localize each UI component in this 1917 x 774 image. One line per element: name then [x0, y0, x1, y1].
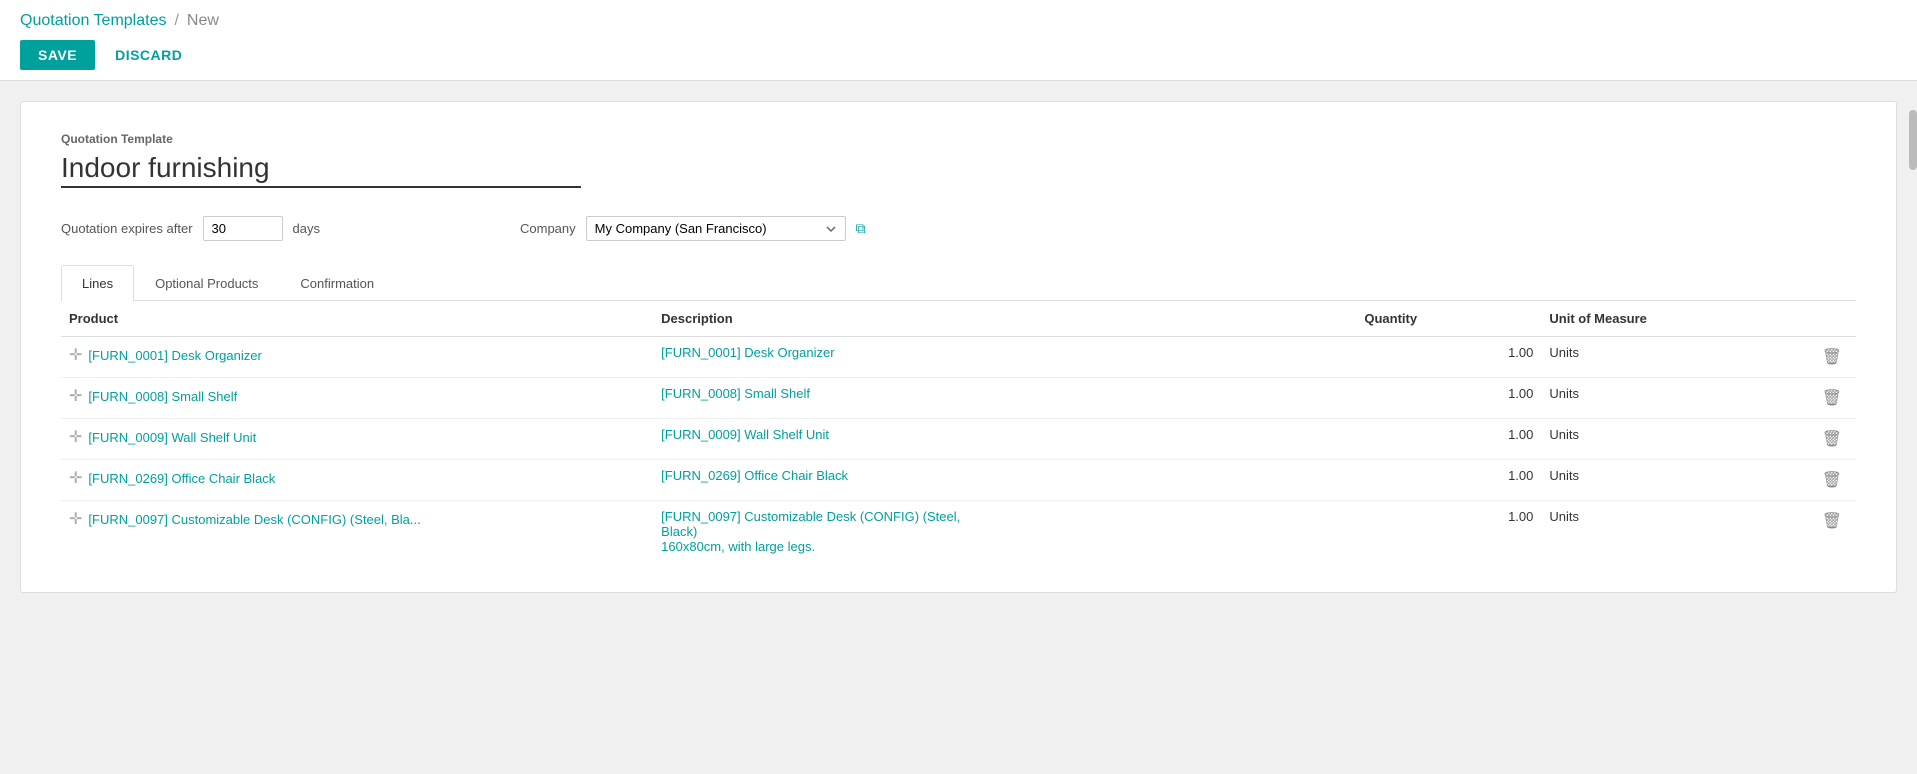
breadcrumb-current: New	[187, 12, 219, 30]
quantity-cell: 1.00	[1356, 460, 1541, 501]
scrollbar-track[interactable]	[1909, 110, 1917, 774]
description-cell: [FURN_0001] Desk Organizer	[653, 337, 1356, 378]
action-cell: 🗑	[1763, 337, 1856, 378]
delete-button[interactable]: 🗑	[1816, 345, 1848, 369]
company-select[interactable]: My Company (San Francisco)	[586, 216, 846, 241]
template-name-input[interactable]	[61, 150, 581, 188]
delete-button[interactable]: 🗑	[1816, 468, 1848, 492]
drag-handle[interactable]: ✛	[69, 429, 82, 446]
expires-group: Quotation expires after days	[61, 216, 320, 241]
product-link[interactable]: [FURN_0009] Wall Shelf Unit	[88, 430, 256, 445]
uom-cell: Units	[1541, 460, 1763, 501]
action-cell: 🗑	[1763, 378, 1856, 419]
drag-handle[interactable]: ✛	[69, 511, 82, 528]
expires-unit: days	[293, 221, 320, 236]
quantity-cell: 1.00	[1356, 378, 1541, 419]
col-action	[1763, 301, 1856, 337]
description-text: [FURN_0269] Office Chair Black	[661, 468, 848, 483]
description-cell: [FURN_0008] Small Shelf	[653, 378, 1356, 419]
quantity-cell: 1.00	[1356, 419, 1541, 460]
delete-button[interactable]: 🗑	[1816, 386, 1848, 410]
product-link[interactable]: [FURN_0269] Office Chair Black	[88, 471, 275, 486]
uom-cell: Units	[1541, 419, 1763, 460]
breadcrumb-link[interactable]: Quotation Templates	[20, 12, 166, 30]
product-link[interactable]: [FURN_0008] Small Shelf	[88, 389, 237, 404]
drag-handle[interactable]: ✛	[69, 347, 82, 364]
breadcrumb-separator: /	[174, 12, 178, 30]
col-description: Description	[653, 301, 1356, 337]
col-uom: Unit of Measure	[1541, 301, 1763, 337]
product-cell: ✛ [FURN_0269] Office Chair Black	[61, 460, 653, 501]
uom-cell: Units	[1541, 378, 1763, 419]
table-row: ✛ [FURN_0008] Small Shelf [FURN_0008] Smal…	[61, 378, 1856, 419]
drag-handle[interactable]: ✛	[69, 470, 82, 487]
quantity-cell: 1.00	[1356, 337, 1541, 378]
product-cell: ✛ [FURN_0001] Desk Organizer	[61, 337, 653, 378]
delete-button[interactable]: 🗑	[1816, 427, 1848, 451]
description-text: [FURN_0008] Small Shelf	[661, 386, 810, 401]
description-text: [FURN_0009] Wall Shelf Unit	[661, 427, 829, 442]
description-cell: [FURN_0009] Wall Shelf Unit	[653, 419, 1356, 460]
action-cell: 🗑	[1763, 419, 1856, 460]
product-link[interactable]: [FURN_0097] Customizable Desk (CONFIG) (…	[88, 512, 420, 527]
breadcrumb: Quotation Templates / New	[20, 12, 1897, 30]
expires-input[interactable]	[203, 216, 283, 241]
description-text: [FURN_0001] Desk Organizer	[661, 345, 834, 360]
action-cell: 🗑	[1763, 501, 1856, 563]
delete-button[interactable]: 🗑	[1816, 509, 1848, 533]
description-cell: [FURN_0097] Customizable Desk (CONFIG) (…	[653, 501, 1356, 563]
table-row: ✛ [FURN_0009] Wall Shelf Unit [FURN_0009] …	[61, 419, 1856, 460]
tabs: Lines Optional Products Confirmation	[61, 265, 1856, 301]
description-text: [FURN_0097] Customizable Desk (CONFIG) (…	[661, 509, 960, 554]
table-row: ✛ [FURN_0001] Desk Organizer [FURN_0001] D…	[61, 337, 1856, 378]
quantity-cell: 1.00	[1356, 501, 1541, 563]
product-cell: ✛ [FURN_0009] Wall Shelf Unit	[61, 419, 653, 460]
tab-lines[interactable]: Lines	[61, 265, 134, 301]
col-product: Product	[61, 301, 653, 337]
save-button[interactable]: SAVE	[20, 40, 95, 70]
product-table: Product Description Quantity Unit of Mea…	[61, 301, 1856, 562]
section-label: Quotation Template	[61, 132, 1856, 146]
discard-button[interactable]: DISCARD	[105, 40, 192, 70]
form-card: Quotation Template Quotation expires aft…	[20, 101, 1897, 593]
description-cell: [FURN_0269] Office Chair Black	[653, 460, 1356, 501]
uom-cell: Units	[1541, 501, 1763, 563]
table-row: ✛ [FURN_0269] Office Chair Black [FURN_026…	[61, 460, 1856, 501]
scrollbar-thumb[interactable]	[1909, 110, 1917, 170]
expires-label: Quotation expires after	[61, 221, 193, 236]
company-group: Company My Company (San Francisco) ⧉	[520, 216, 866, 241]
tab-optional-products[interactable]: Optional Products	[134, 265, 279, 301]
product-link[interactable]: [FURN_0001] Desk Organizer	[88, 348, 261, 363]
tab-confirmation[interactable]: Confirmation	[279, 265, 395, 301]
action-cell: 🗑	[1763, 460, 1856, 501]
uom-cell: Units	[1541, 337, 1763, 378]
toolbar: SAVE DISCARD	[20, 40, 1897, 80]
external-link-icon[interactable]: ⧉	[856, 220, 866, 237]
col-quantity: Quantity	[1356, 301, 1541, 337]
fields-row: Quotation expires after days Company My …	[61, 216, 1856, 241]
product-cell: ✛ [FURN_0008] Small Shelf	[61, 378, 653, 419]
drag-handle[interactable]: ✛	[69, 388, 82, 405]
table-row: ✛ [FURN_0097] Customizable Desk (CONFIG) …	[61, 501, 1856, 563]
product-cell: ✛ [FURN_0097] Customizable Desk (CONFIG) …	[61, 501, 653, 563]
company-label: Company	[520, 221, 576, 236]
